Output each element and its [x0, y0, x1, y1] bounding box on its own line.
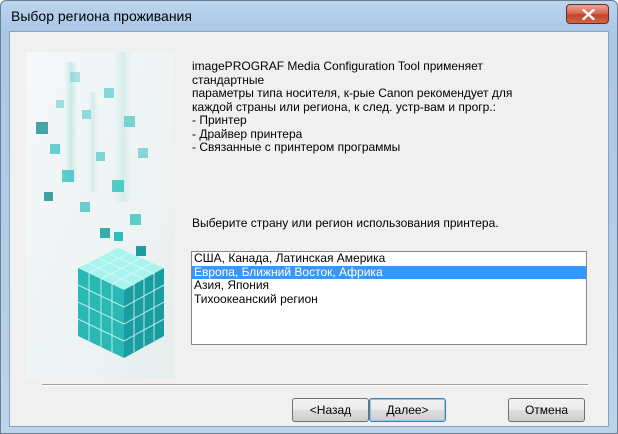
cubes-image: [26, 52, 174, 378]
separator-line: [42, 384, 588, 386]
close-button[interactable]: [566, 4, 609, 24]
region-prompt: Выберите страну или регион использования…: [192, 216, 499, 230]
dialog-body: imagePROGRAF Media Configuration Tool пр…: [9, 31, 609, 427]
region-listbox[interactable]: США, Канада, Латинская Америка Европа, Б…: [191, 251, 587, 345]
next-button[interactable]: Далее>: [369, 398, 446, 422]
description-line: параметры типа носителя, к-рые Canon рек…: [192, 86, 513, 100]
description-line: каждой страны или региона, к след. устр-…: [192, 99, 496, 114]
region-option-europe[interactable]: Европа, Ближний Восток, Африка: [192, 265, 586, 279]
back-button[interactable]: <Назад: [292, 398, 369, 422]
cancel-button[interactable]: Отмена: [508, 398, 585, 422]
description-line: - Связанные с принтером программы: [192, 140, 401, 154]
description-line: стандартные: [192, 72, 265, 87]
window-title: Выбор региона проживания: [11, 8, 192, 24]
close-icon: [582, 9, 595, 20]
region-option-americas[interactable]: США, Канада, Латинская Америка: [192, 251, 586, 266]
description-line: - Драйвер принтера: [192, 126, 303, 141]
region-option-pacific[interactable]: Тихоокеанский регион: [192, 292, 586, 307]
description-line: - Принтер: [192, 113, 247, 127]
dialog-window: Выбор региона проживания imagePROGRAF Me…: [0, 0, 618, 434]
side-illustration: [26, 52, 174, 378]
description-line: imagePROGRAF Media Configuration Tool пр…: [192, 59, 483, 73]
region-option-asia[interactable]: Азия, Япония: [192, 278, 586, 293]
description-text: imagePROGRAF Media Configuration Tool пр…: [192, 59, 592, 155]
title-bar[interactable]: Выбор региона проживания: [1, 1, 617, 31]
